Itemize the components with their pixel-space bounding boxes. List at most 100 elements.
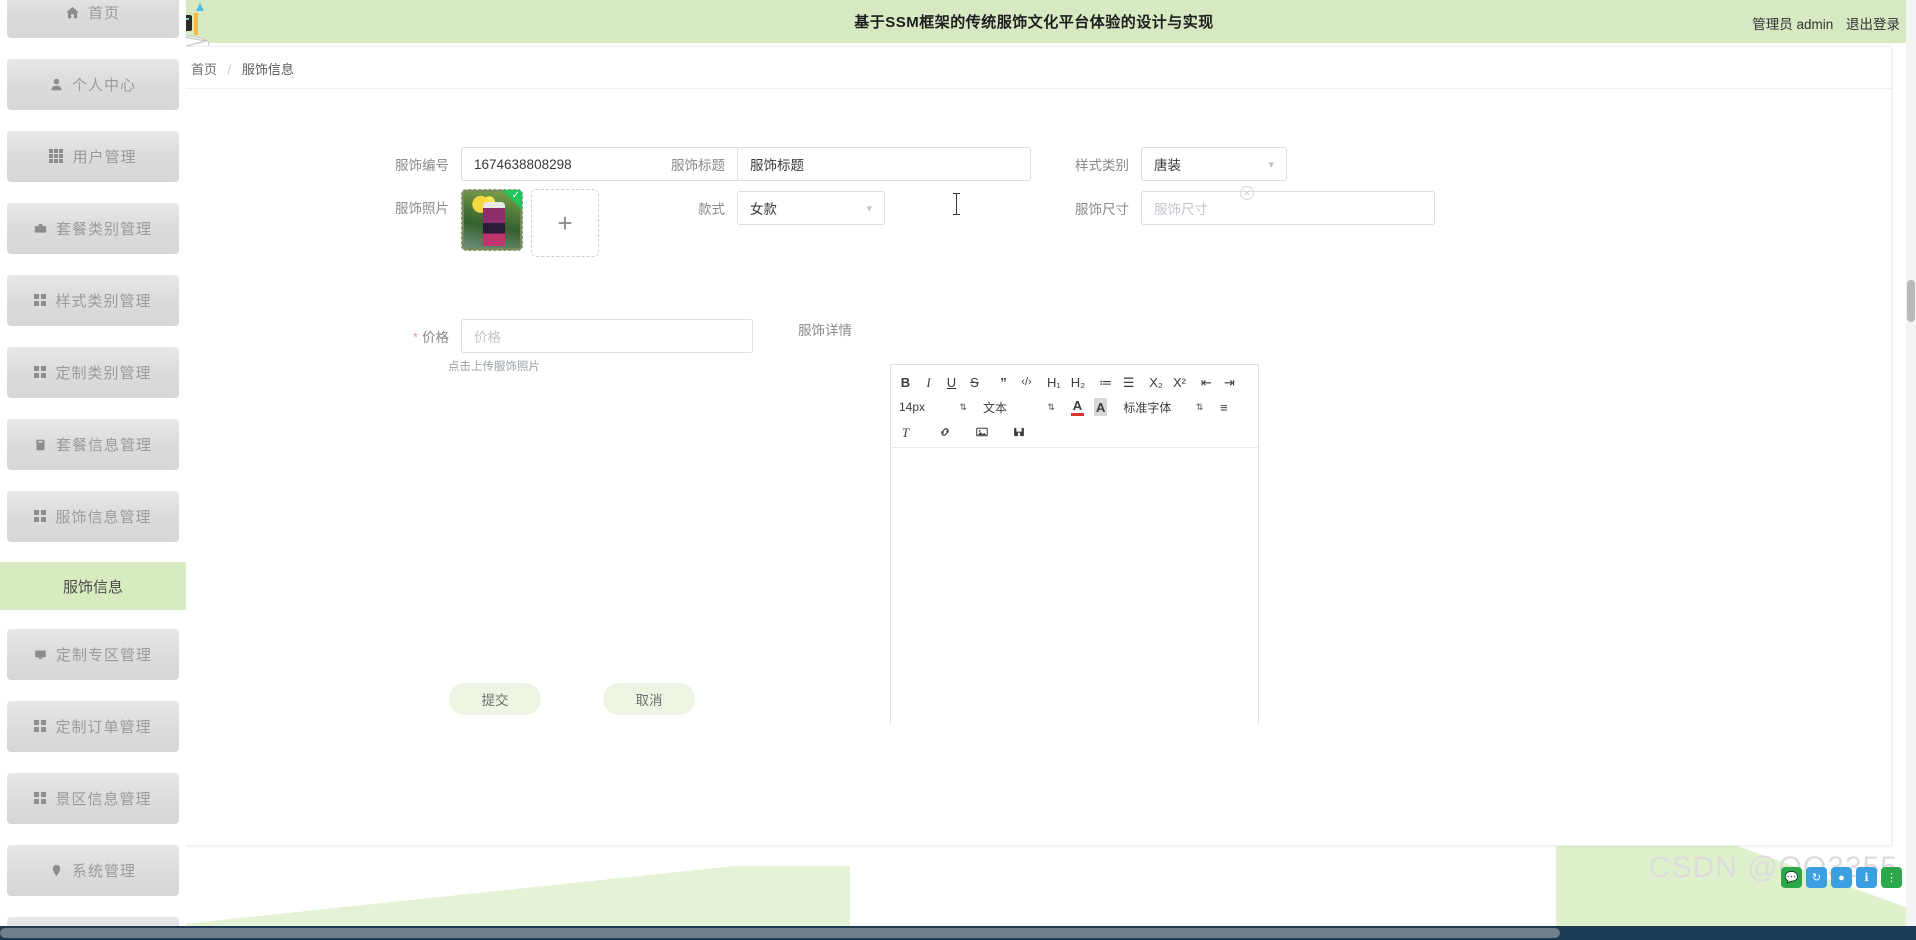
style-category-label: 样式类别 <box>1075 158 1129 173</box>
clear-field-icon[interactable]: ✕ <box>1240 186 1254 200</box>
watermark-icon-row: 💬 ↻ ● ℹ ⋮ <box>1781 867 1902 888</box>
sidebar: 首页 个人中心 用户管理 套餐类别管理 样式类别管理 定制类别管理 套餐信息管理… <box>0 0 186 926</box>
sidebar-item-user-management[interactable]: 用户管理 <box>7 130 179 182</box>
field-clothing-title: 服饰标题 服饰标题 <box>665 147 1031 181</box>
uploaded-photo-thumbnail[interactable]: ✓ <box>461 189 523 251</box>
clothing-size-input[interactable]: 服饰尺寸 <box>1141 191 1435 225</box>
outdent-icon[interactable]: ⇤ <box>1200 373 1213 391</box>
ordered-list-icon[interactable]: ≔ <box>1099 373 1112 391</box>
grid-icon <box>34 366 47 378</box>
sidebar-item-label: 个人中心 <box>71 76 136 94</box>
info-icon[interactable]: ℹ <box>1856 867 1877 888</box>
model-select[interactable]: 女款 ▾ <box>737 191 885 225</box>
price-input[interactable]: 价格 <box>461 319 753 353</box>
sidebar-item-home[interactable]: 首页 <box>7 0 179 38</box>
heading1-icon[interactable]: H₁ <box>1047 373 1061 391</box>
grid-icon <box>34 294 47 306</box>
sidebar-item-label: 用户管理 <box>72 148 137 166</box>
subscript-icon[interactable]: X₂ <box>1149 373 1163 391</box>
sidebar-item-system-management[interactable]: 系统管理 <box>7 844 179 896</box>
sidebar-item-custom-category[interactable]: 定制类别管理 <box>7 346 179 398</box>
field-model: 款式 女款 ▾ <box>665 191 885 225</box>
sidebar-item-label: 定制专区管理 <box>55 646 152 664</box>
refresh-icon[interactable]: ↻ <box>1806 867 1827 888</box>
stepper-icon: ⇅ <box>1195 401 1204 412</box>
font-color-icon[interactable]: A <box>1071 398 1084 416</box>
field-style-category: 样式类别 唐装 ▾ <box>1057 147 1287 181</box>
sidebar-item-package-info[interactable]: 套餐信息管理 <box>7 418 179 470</box>
clothing-title-input[interactable]: 服饰标题 <box>737 147 1031 181</box>
sidebar-item-custom-zone[interactable]: 定制专区管理 <box>7 628 179 680</box>
italic-icon[interactable]: I <box>922 373 935 391</box>
blockquote-icon[interactable]: ” <box>997 373 1010 391</box>
font-size-select[interactable]: 14px ⇅ <box>899 398 967 416</box>
logout-button[interactable]: 退出登录 <box>1846 17 1900 32</box>
clothing-code-label: 服饰编号 <box>395 158 449 173</box>
breadcrumb: 首页 / 服饰信息 <box>191 59 294 78</box>
sidebar-item-package-category[interactable]: 套餐类别管理 <box>7 202 179 254</box>
breadcrumb-home[interactable]: 首页 <box>191 62 217 77</box>
heading2-icon[interactable]: H₂ <box>1071 373 1085 391</box>
strikethrough-icon[interactable]: S <box>968 373 981 391</box>
video-icon[interactable] <box>1012 423 1025 441</box>
field-clothing-photo: 服饰照片 ✓ + <box>177 189 599 257</box>
sidebar-item-custom-orders[interactable]: 定制订单管理 <box>7 700 179 752</box>
image-icon[interactable] <box>975 423 988 441</box>
bullet-list-icon[interactable]: ☰ <box>1122 373 1135 391</box>
chat-icon[interactable]: 💬 <box>1781 867 1802 888</box>
sidebar-item-scenic-info[interactable]: 景区信息管理 <box>7 772 179 824</box>
briefcase-icon <box>34 222 47 235</box>
home-icon <box>65 6 79 19</box>
horizontal-scrollbar[interactable] <box>0 926 1916 940</box>
add-photo-button[interactable]: + <box>531 189 599 257</box>
grid-icon <box>49 149 64 163</box>
price-label: * 价格 <box>177 326 449 346</box>
vertical-scrollbar[interactable] <box>1906 0 1916 926</box>
style-category-select[interactable]: 唐装 ▾ <box>1141 147 1287 181</box>
grid-icon <box>34 792 47 804</box>
align-icon[interactable]: ≡ <box>1217 398 1230 416</box>
user-icon <box>50 78 63 91</box>
sidebar-item-clothing-info-management[interactable]: 服饰信息管理 <box>7 490 179 542</box>
clothing-detail-label: 服饰详情 <box>798 323 852 338</box>
required-marker: * <box>412 330 418 345</box>
editor-content-area[interactable] <box>891 448 1258 748</box>
breadcrumb-current: 服饰信息 <box>241 62 294 77</box>
clothing-size-label: 服饰尺寸 <box>1075 202 1129 217</box>
chevron-down-icon: ▾ <box>866 202 872 215</box>
more-icon[interactable]: ⋮ <box>1881 867 1902 888</box>
font-size-value: 14px <box>899 400 926 414</box>
underline-icon[interactable]: U <box>945 373 958 391</box>
editor-toolbar-row-2: 14px ⇅ 文本 ⇅ A A 标准字体 ⇅ ≡ <box>899 396 1250 418</box>
grid-icon <box>34 510 47 522</box>
user-circle-icon[interactable]: ● <box>1831 867 1852 888</box>
sidebar-item-order-management[interactable]: 订单管理 <box>7 916 179 926</box>
user-info: 管理员 admin 退出登录 <box>1752 13 1900 33</box>
clear-format-icon[interactable]: T <box>899 423 912 441</box>
sidebar-item-label: 定制订单管理 <box>55 718 152 736</box>
sidebar-subitem-label: 服饰信息 <box>62 578 123 596</box>
indent-icon[interactable]: ⇥ <box>1223 373 1236 391</box>
monitor-icon <box>34 648 47 661</box>
photo-uploader: ✓ + <box>461 189 599 257</box>
sidebar-item-label: 景区信息管理 <box>55 790 152 808</box>
horizontal-scrollbar-thumb[interactable] <box>0 928 1560 938</box>
link-icon[interactable] <box>938 423 951 441</box>
superscript-icon[interactable]: X² <box>1173 373 1186 391</box>
content-card: 首页 / 服饰信息 服饰编号 1674638808298 服饰标题 服饰标题 样… <box>176 46 1893 846</box>
sidebar-item-personal-center[interactable]: 个人中心 <box>7 58 179 110</box>
text-style-select[interactable]: 文本 ⇅ <box>983 398 1055 416</box>
bold-icon[interactable]: B <box>899 373 912 391</box>
chevron-down-icon: ▾ <box>1268 158 1274 171</box>
submit-button[interactable]: 提交 <box>449 683 541 715</box>
background-color-icon[interactable]: A <box>1094 398 1108 416</box>
sidebar-item-style-category[interactable]: 样式类别管理 <box>7 274 179 326</box>
vertical-scrollbar-thumb[interactable] <box>1907 280 1915 322</box>
sidebar-subitem-clothing-info[interactable]: 服饰信息 <box>0 562 186 610</box>
font-family-select[interactable]: 标准字体 ⇅ <box>1123 398 1203 416</box>
location-icon <box>50 864 63 877</box>
grid-icon <box>34 720 47 732</box>
code-icon[interactable]: ‹/› <box>1020 373 1033 391</box>
cancel-button[interactable]: 取消 <box>603 683 695 715</box>
form-actions: 提交 取消 <box>449 683 695 715</box>
